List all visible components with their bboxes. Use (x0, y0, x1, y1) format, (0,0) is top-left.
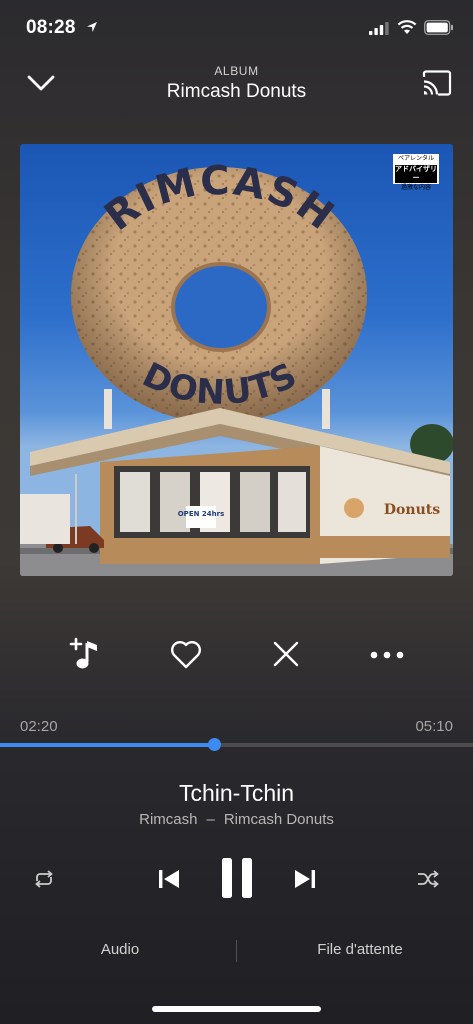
status-time: 08:28 (26, 17, 76, 38)
progress-fill (0, 743, 214, 747)
tab-divider (236, 940, 237, 962)
previous-icon[interactable] (156, 866, 182, 892)
location-arrow-icon (87, 22, 97, 32)
parental-advisory-label: ペアレンタル アドバイザリー 過激な内容 (393, 154, 439, 191)
cast-icon[interactable] (421, 69, 453, 97)
close-icon[interactable] (266, 634, 306, 674)
battery-icon (424, 20, 453, 35)
open-sign-text: OPEN 24hrs (178, 510, 225, 518)
progress-knob[interactable] (207, 738, 221, 751)
track-separator: – (206, 811, 215, 828)
progress-bar[interactable] (0, 738, 473, 751)
add-to-playlist-icon[interactable] (66, 634, 106, 674)
header-title: Rimcash Donuts (166, 81, 307, 102)
wall-text: Donuts (384, 502, 440, 518)
artwork-illustration: RIMCASH DONUTS OPEN 24hrs Donuts (20, 158, 453, 576)
heart-icon[interactable] (166, 634, 206, 674)
total-time: 05:10 (415, 718, 453, 735)
album-artwork: RIMCASH DONUTS OPEN 24hrs Donuts ペアレンタル … (20, 144, 453, 576)
track-title: Tchin-Tchin (178, 780, 295, 806)
track-album[interactable]: Rimcash Donuts (224, 811, 334, 828)
tab-queue[interactable]: File d'attente (247, 941, 473, 958)
status-bar: 08:28 (0, 0, 473, 56)
cellular-signal-icon (369, 22, 389, 35)
advisory-top-text: ペアレンタル (397, 156, 434, 162)
advisory-bottom-text: 過激な内容 (400, 185, 431, 191)
track-subtitle: Rimcash – Rimcash Donuts (0, 811, 473, 828)
next-icon[interactable] (292, 866, 318, 892)
tab-audio[interactable]: Audio (0, 941, 240, 958)
elapsed-time: 02:20 (20, 718, 58, 735)
collapse-chevron-icon[interactable] (26, 70, 56, 96)
pause-icon[interactable] (219, 856, 255, 900)
header-subtitle: ALBUM (214, 64, 259, 78)
more-icon[interactable] (367, 634, 407, 674)
header: ALBUM Rimcash Donuts (100, 64, 373, 103)
repeat-icon[interactable] (32, 868, 56, 890)
shuffle-icon[interactable] (416, 868, 440, 890)
wifi-icon (397, 20, 417, 34)
home-indicator[interactable] (152, 1006, 321, 1012)
advisory-mid-text: アドバイザリー (395, 165, 437, 183)
track-artist[interactable]: Rimcash (139, 811, 197, 828)
